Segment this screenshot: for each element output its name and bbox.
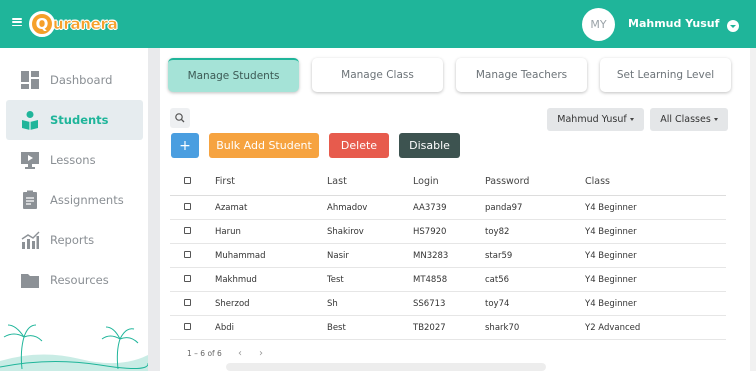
sidebar-item-label: Students (50, 113, 109, 127)
scrollbar[interactable] (750, 48, 756, 371)
cell-login: SS6713 (413, 298, 446, 309)
select-all-checkbox[interactable] (184, 177, 191, 184)
cell-class: Y4 Beginner (585, 250, 637, 261)
cell-class: Y4 Beginner (585, 298, 637, 309)
cell-last: Ahmadov (327, 202, 368, 213)
row-checkbox[interactable] (184, 227, 191, 234)
cell-first: Makhmud (215, 274, 257, 285)
row-checkbox[interactable] (184, 275, 191, 282)
chart-icon (20, 230, 40, 250)
menu-icon[interactable] (12, 18, 22, 27)
cell-first: Sherzod (215, 298, 250, 309)
cell-login: AA3739 (413, 202, 447, 213)
sidebar-item-students[interactable]: Students (6, 100, 143, 140)
sidebar-item-dashboard[interactable]: Dashboard (6, 60, 143, 100)
table-header: First Last Login Password Class (170, 168, 726, 196)
row-checkbox[interactable] (184, 251, 191, 258)
bottom-shadow (226, 363, 546, 371)
column-header[interactable]: Login (413, 168, 439, 195)
sidebar-item-label: Dashboard (50, 73, 113, 87)
cell-class: Y4 Beginner (585, 202, 637, 213)
user-name[interactable]: Mahmud Yusuf (628, 17, 719, 30)
column-header[interactable]: Class (585, 168, 610, 195)
cell-login: TB2027 (413, 322, 446, 333)
folder-icon (20, 270, 40, 290)
tab-set-learning-level[interactable]: Set Learning Level (600, 58, 731, 92)
sidebar-item-reports[interactable]: Reports (6, 220, 143, 260)
search-icon (175, 113, 185, 123)
cell-password: toy74 (485, 298, 510, 309)
screen-icon (20, 150, 40, 170)
cell-class: Y4 Beginner (585, 226, 637, 237)
sidebar-item-label: Resources (50, 273, 109, 287)
column-header[interactable]: Password (485, 168, 529, 195)
table-row[interactable]: Harun Shakirov HS7920 toy82 Y4 Beginner (170, 220, 726, 244)
sidebar-item-label: Reports (50, 233, 95, 247)
add-student-button[interactable]: + (171, 133, 199, 158)
chevron-down-icon (713, 118, 718, 121)
tab-manage-students[interactable]: Manage Students (168, 58, 299, 92)
search-button[interactable] (170, 108, 190, 128)
cell-last: Nasir (327, 250, 349, 261)
cell-login: HS7920 (413, 226, 447, 237)
chevron-down-icon (629, 118, 634, 121)
cell-last: Test (327, 274, 344, 285)
sidebar-item-label: Lessons (50, 153, 96, 167)
sidebar-item-resources[interactable]: Resources (6, 260, 143, 300)
cell-password: shark70 (485, 322, 520, 333)
teacher-select[interactable]: Mahmud Yusuf (547, 108, 644, 131)
column-header[interactable]: First (215, 168, 235, 195)
cell-password: panda97 (485, 202, 523, 213)
disable-button[interactable]: Disable (399, 133, 460, 158)
dashboard-icon (20, 70, 40, 90)
cell-class: Y2 Advanced (585, 322, 641, 333)
cell-login: MT4858 (413, 274, 448, 285)
cell-last: Sh (327, 298, 338, 309)
table-row[interactable]: Azamat Ahmadov AA3739 panda97 Y4 Beginne… (170, 196, 726, 220)
cell-last: Shakirov (327, 226, 364, 237)
logo-text: uranera (53, 15, 118, 33)
sidebar-item-lessons[interactable]: Lessons (6, 140, 143, 180)
bulk-add-student-button[interactable]: Bulk Add Student (209, 133, 319, 158)
sidebar-item-assignments[interactable]: Assignments (6, 180, 143, 220)
column-header[interactable]: Last (327, 168, 347, 195)
cell-class: Y4 Beginner (585, 274, 637, 285)
teacher-select-value: Mahmud Yusuf (557, 114, 627, 125)
cell-last: Best (327, 322, 346, 333)
cell-password: star59 (485, 250, 513, 261)
top-bar: Q uranera MY Mahmud Yusuf (0, 0, 756, 48)
clipboard-icon (20, 190, 40, 210)
cell-first: Abdi (215, 322, 234, 333)
palm-tree-illustration (0, 324, 148, 371)
chevron-right-icon[interactable]: › (259, 348, 263, 359)
tab-manage-teachers[interactable]: Manage Teachers (456, 58, 587, 92)
cell-login: MN3283 (413, 250, 449, 261)
chevron-down-icon[interactable] (727, 20, 739, 32)
cell-password: toy82 (485, 226, 510, 237)
table-row[interactable]: Muhammad Nasir MN3283 star59 Y4 Beginner (170, 244, 726, 268)
class-select[interactable]: All Classes (650, 108, 728, 131)
logo-mark: Q (29, 11, 55, 37)
cell-first: Muhammad (215, 250, 266, 261)
table-row[interactable]: Abdi Best TB2027 shark70 Y2 Advanced (170, 316, 726, 340)
table-row[interactable]: Sherzod Sh SS6713 toy74 Y4 Beginner (170, 292, 726, 316)
avatar[interactable]: MY (582, 8, 615, 41)
row-checkbox[interactable] (184, 203, 191, 210)
main-panel: Manage Students Manage Class Manage Teac… (160, 48, 756, 371)
chevron-left-icon[interactable]: ‹ (238, 348, 242, 359)
cell-first: Harun (215, 226, 241, 237)
sidebar: Dashboard Students Lessons Assignments R… (0, 48, 148, 371)
class-select-value: All Classes (660, 114, 711, 125)
row-checkbox[interactable] (184, 323, 191, 330)
table-row[interactable]: Makhmud Test MT4858 cat56 Y4 Beginner (170, 268, 726, 292)
cell-first: Azamat (215, 202, 248, 213)
pagination-range: 1 – 6 of 6 (187, 349, 222, 358)
sidebar-item-label: Assignments (50, 193, 124, 207)
tab-manage-class[interactable]: Manage Class (312, 58, 443, 92)
row-checkbox[interactable] (184, 299, 191, 306)
delete-button[interactable]: Delete (329, 133, 389, 158)
student-icon (20, 110, 40, 130)
cell-password: cat56 (485, 274, 510, 285)
logo[interactable]: Q uranera (29, 9, 118, 39)
